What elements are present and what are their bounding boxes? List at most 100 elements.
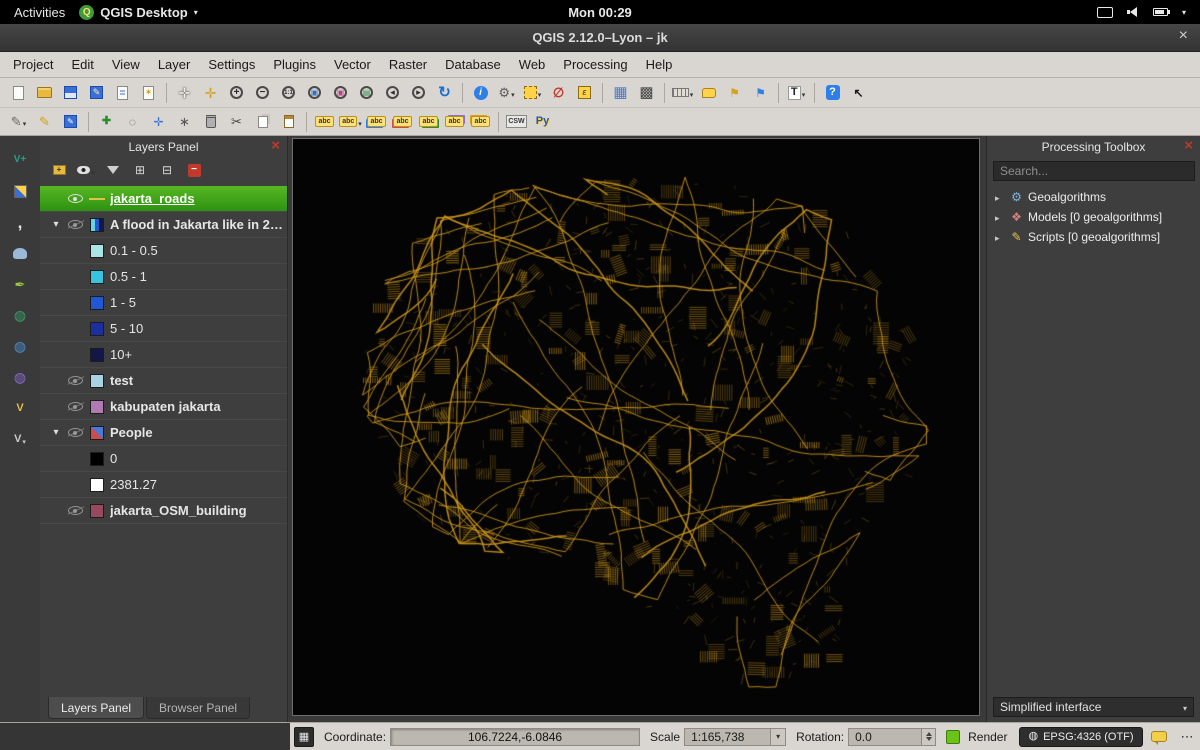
layers-panel-close-button[interactable]: × — [271, 137, 280, 154]
menu-settings[interactable]: Settings — [199, 54, 264, 75]
menu-plugins[interactable]: Plugins — [264, 54, 325, 75]
add-wms-layer-icon[interactable]: ◍ — [6, 303, 34, 327]
zoom-to-selection-icon[interactable]: ▣ — [328, 81, 353, 105]
open-project-icon[interactable] — [32, 81, 57, 105]
pan-to-selection-icon[interactable]: ✛ — [198, 81, 223, 105]
zoom-full-extent-icon[interactable]: ▣ — [302, 81, 327, 105]
expand-all-icon[interactable]: ⊞ — [129, 160, 151, 180]
select-features-icon[interactable] — [520, 81, 545, 105]
delete-selected-icon[interactable] — [198, 110, 223, 134]
expand-caret-icon[interactable] — [995, 210, 1005, 224]
toggle-editing-icon[interactable]: ✎ — [32, 110, 57, 134]
menu-help[interactable]: Help — [637, 54, 682, 75]
expand-caret-icon[interactable] — [995, 190, 1005, 204]
tab-layers-panel[interactable]: Layers Panel — [48, 697, 144, 719]
node-tool-icon[interactable]: ∗ — [172, 110, 197, 134]
visibility-eye-off-icon[interactable] — [68, 220, 83, 229]
add-delimited-text-layer-icon[interactable]: , — [6, 210, 34, 234]
extents-toggle-button[interactable]: ▦ — [294, 727, 314, 747]
processing-item-scripts[interactable]: ✎ Scripts [0 geoalgorithms] — [987, 227, 1200, 247]
menu-raster[interactable]: Raster — [380, 54, 436, 75]
rotation-spinner[interactable]: 0.0 — [848, 728, 936, 746]
expand-caret-icon[interactable] — [995, 230, 1005, 244]
zoom-to-layer-icon[interactable]: ▤ — [354, 81, 379, 105]
chevron-down-icon[interactable] — [770, 729, 785, 745]
field-calculator-icon[interactable]: ▩ — [634, 81, 659, 105]
highlight-pinned-labels-icon[interactable]: abc — [390, 110, 415, 134]
csw-metasearch-icon[interactable]: CSW — [504, 110, 529, 134]
deselect-features-icon[interactable]: ∅ — [546, 81, 571, 105]
interface-mode-select[interactable]: Simplified interface — [993, 697, 1194, 717]
run-feature-action-icon[interactable]: ⚙ — [494, 81, 519, 105]
save-project-icon[interactable] — [58, 81, 83, 105]
processing-panel-close-button[interactable]: × — [1184, 137, 1193, 154]
show-hide-labels-icon-dropdown[interactable] — [358, 114, 362, 129]
manage-visibility-icon-dropdown[interactable] — [91, 163, 95, 178]
visibility-eye-off-icon[interactable] — [68, 402, 83, 411]
save-layer-edits-icon[interactable]: ✎ — [58, 110, 83, 134]
current-edits-icon[interactable]: ✎ — [6, 110, 31, 134]
window-close-button[interactable]: × — [1179, 27, 1188, 45]
zoom-last-icon[interactable]: ◂ — [380, 81, 405, 105]
text-annotation-icon[interactable]: T — [784, 81, 809, 105]
zoom-out-icon[interactable]: − — [250, 81, 275, 105]
menu-edit[interactable]: Edit — [62, 54, 102, 75]
coordinate-input[interactable] — [390, 728, 640, 746]
add-raster-layer-icon[interactable] — [6, 179, 34, 203]
python-console-icon[interactable]: Py — [530, 110, 555, 134]
remove-layer-icon[interactable]: − — [183, 160, 205, 180]
class-row[interactable]: 0.5 - 1 — [40, 264, 287, 290]
new-bookmark-icon[interactable]: ⚑ — [722, 81, 747, 105]
move-feature-icon[interactable]: ✛ — [146, 110, 171, 134]
zoom-next-icon[interactable]: ▸ — [406, 81, 431, 105]
add-layer-menu-icon-dropdown[interactable] — [22, 432, 26, 447]
cut-features-icon[interactable]: ✂ — [224, 110, 249, 134]
measure-line-icon-dropdown[interactable] — [690, 85, 694, 100]
volume-icon[interactable] — [1127, 7, 1139, 17]
new-shapefile-layer-icon[interactable]: V — [6, 396, 34, 420]
class-color-swatch[interactable] — [90, 348, 104, 362]
map-tips-icon[interactable] — [696, 81, 721, 105]
layer-type-icon[interactable] — [90, 426, 104, 440]
layer-row-jakarta-osm-building[interactable]: jakarta_OSM_building — [40, 498, 287, 524]
class-color-swatch[interactable] — [90, 270, 104, 284]
save-project-as-icon[interactable]: ✎ — [84, 81, 109, 105]
class-color-swatch[interactable] — [90, 244, 104, 258]
menu-database[interactable]: Database — [436, 54, 510, 75]
add-postgis-layer-icon[interactable] — [6, 241, 34, 265]
pin-unpin-labels-icon[interactable]: abc — [364, 110, 389, 134]
show-hide-labels-icon[interactable]: abc — [338, 110, 363, 134]
class-row[interactable]: 5 - 10 — [40, 316, 287, 342]
paste-features-icon[interactable] — [276, 110, 301, 134]
class-row[interactable]: 10+ — [40, 342, 287, 368]
zoom-native-icon[interactable]: 1:1 — [276, 81, 301, 105]
class-color-swatch[interactable] — [90, 296, 104, 310]
add-circular-string-icon[interactable]: ◌ — [120, 110, 145, 134]
class-row[interactable]: 0 — [40, 446, 287, 472]
text-annotation-icon-dropdown[interactable] — [802, 85, 806, 100]
visibility-eye-off-icon[interactable] — [68, 506, 83, 515]
menu-web[interactable]: Web — [510, 54, 555, 75]
layer-row-flood-group[interactable]: A flood in Jakarta like in 2007 — [40, 212, 287, 238]
current-edits-icon-dropdown[interactable] — [23, 114, 27, 129]
class-color-swatch[interactable] — [90, 478, 104, 492]
collapse-all-icon[interactable]: ⊟ — [156, 160, 178, 180]
system-menu-caret-icon[interactable]: ▾ — [1182, 8, 1186, 17]
add-layer-menu-icon[interactable]: V — [6, 427, 34, 451]
class-row[interactable]: 1 - 5 — [40, 290, 287, 316]
measure-line-icon[interactable] — [670, 81, 695, 105]
expand-caret-icon[interactable] — [48, 427, 64, 438]
composer-manager-icon[interactable]: ✶ — [136, 81, 161, 105]
expand-caret-icon[interactable] — [48, 219, 64, 230]
zoom-in-icon[interactable]: + — [224, 81, 249, 105]
copy-features-icon[interactable] — [250, 110, 275, 134]
layer-row-jakarta-roads[interactable]: jakarta_roads — [40, 186, 287, 212]
app-menu-button[interactable]: Q QGIS Desktop ▾ — [79, 5, 197, 20]
layer-row-test[interactable]: test — [40, 368, 287, 394]
visibility-eye-icon[interactable] — [68, 194, 83, 203]
crs-status-button[interactable]: ◍ EPSG:4326 (OTF) — [1019, 727, 1142, 747]
run-feature-action-icon-dropdown[interactable] — [511, 85, 515, 100]
layer-row-people[interactable]: People — [40, 420, 287, 446]
battery-icon[interactable] — [1153, 8, 1168, 16]
show-bookmarks-icon[interactable]: ⚑ — [748, 81, 773, 105]
